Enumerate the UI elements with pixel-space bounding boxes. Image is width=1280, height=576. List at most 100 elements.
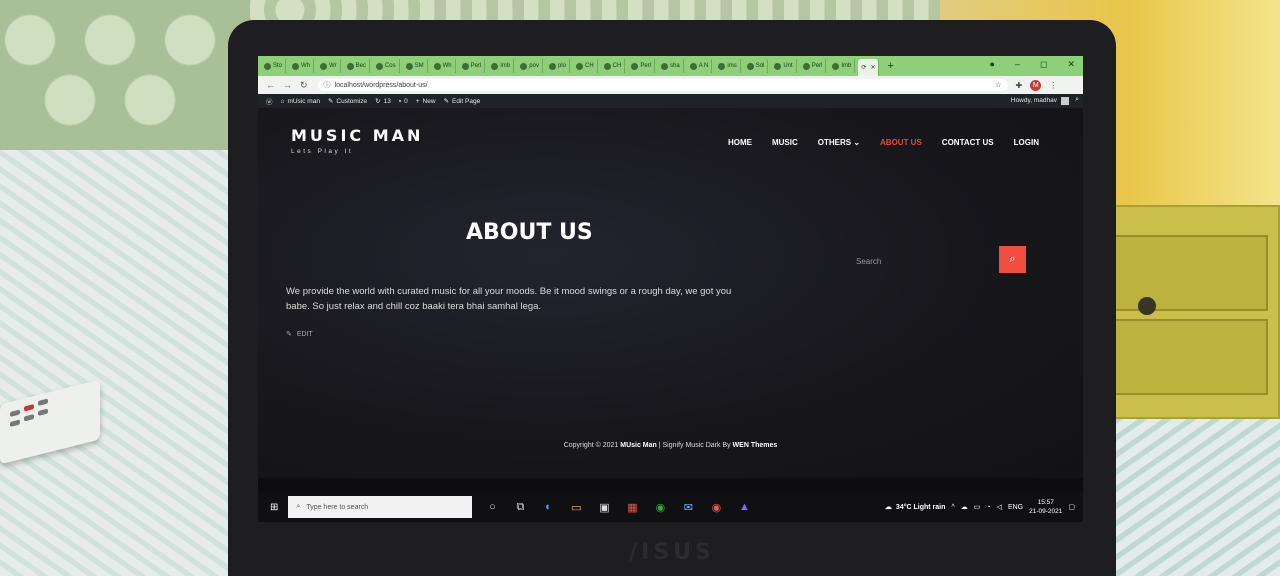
laptop: /ISUS Sto Wh Wr Bec Cos SM Wh Perl Imb p… <box>228 20 1116 576</box>
menu-item-others[interactable]: OTHERS ⌄ <box>818 138 860 147</box>
close-tab-icon[interactable]: ✕ <box>870 64 875 71</box>
search-button[interactable]: ⌕ <box>999 246 1026 273</box>
admin-new[interactable]: + New <box>416 98 436 105</box>
admin-comments[interactable]: ▪ 0 <box>399 98 408 105</box>
weather-widget[interactable]: ☁ 34°C Light rain <box>885 503 945 512</box>
windows-start-icon[interactable]: ⊞ <box>270 502 278 513</box>
edge-browser-icon[interactable]: ◐ <box>540 501 556 513</box>
browser-tab[interactable]: Sto <box>261 59 287 73</box>
battery-icon[interactable]: ▭ <box>974 503 981 511</box>
task-view-icon[interactable]: ⧉ <box>512 501 528 514</box>
browser-tab[interactable]: Sol <box>744 59 769 73</box>
browser-tab[interactable]: Perl <box>459 59 486 73</box>
browser-tab[interactable]: A N <box>687 59 713 73</box>
language-indicator[interactable]: ENG <box>1008 504 1023 511</box>
window-controls: ● – ◻ ✕ <box>990 59 1075 70</box>
clock[interactable]: 15:57 21-09-2021 <box>1029 498 1062 516</box>
teams-icon[interactable]: ▲ <box>736 501 752 513</box>
file-explorer-icon[interactable]: ▭ <box>568 501 584 514</box>
tab-favicon-icon <box>548 62 556 70</box>
browser-tab[interactable]: Imb <box>488 59 515 73</box>
browser-tab[interactable]: Imb <box>829 59 856 73</box>
chrome-profile-icon[interactable]: ◉ <box>708 501 724 514</box>
volume-icon[interactable]: ◁ <box>997 503 1002 511</box>
menu-item-music[interactable]: MUSIC <box>772 138 798 147</box>
browser-tab[interactable]: CH <box>573 59 598 73</box>
admin-edit-page[interactable]: ✎ Edit Page <box>444 97 481 106</box>
wp-admin-bar: ⓦ ⌂ mUsic man ✎ Customize ↻ 13 ▪ 0 + New ✎ Edi… <box>258 94 1083 108</box>
reload-icon[interactable]: ↻ <box>300 80 308 91</box>
maximize-button[interactable]: ◻ <box>1040 59 1047 70</box>
search-icon: ⌕ <box>296 503 301 510</box>
admin-customize[interactable]: ✎ Customize <box>327 97 367 106</box>
chrome-icon[interactable]: ◉ <box>652 501 668 514</box>
browser-tab[interactable]: pov <box>517 59 543 73</box>
forward-arrow-icon[interactable]: → <box>283 80 292 90</box>
browser-tab[interactable]: ims <box>715 59 741 73</box>
calendar-app-icon[interactable]: ▦ <box>624 501 640 514</box>
cortana-icon[interactable]: ○ <box>484 501 500 513</box>
menu-item-about-us[interactable]: ABOUT US <box>880 138 922 147</box>
url-input[interactable]: ⓘ localhost/wordpress/about-us/ ☆ <box>317 79 1008 91</box>
pencil-icon: ✎ <box>286 331 292 338</box>
bookmark-star-icon[interactable]: ☆ <box>995 81 1001 89</box>
store-icon[interactable]: ▣ <box>596 501 612 514</box>
site-footer: Copyright © 2021 MUsic Man | Signify Mus… <box>563 442 778 449</box>
back-arrow-icon[interactable]: ← <box>266 80 275 90</box>
browser-tab[interactable]: Bec <box>344 59 370 73</box>
tab-favicon-icon <box>689 62 697 70</box>
browser-tab[interactable]: SM <box>403 59 428 73</box>
bedsheet-left <box>0 150 240 576</box>
menu-item-contact-us[interactable]: CONTACT US <box>942 138 994 147</box>
footer-theme-link[interactable]: WEN Themes <box>733 442 778 449</box>
profile-avatar[interactable]: M <box>1030 79 1042 91</box>
search-input[interactable]: Search <box>856 257 996 266</box>
browser-tab[interactable]: sha <box>658 59 684 73</box>
new-tab-button[interactable]: + <box>887 60 893 72</box>
browser-tab[interactable]: Wh <box>431 59 456 73</box>
onedrive-icon[interactable]: ☁ <box>961 503 968 511</box>
tab-favicon-icon <box>832 62 840 70</box>
search-icon: ⌕ <box>1009 253 1016 265</box>
browser-tab[interactable]: Perl <box>628 59 655 73</box>
info-icon[interactable]: ⓘ <box>324 80 331 90</box>
browser-tab[interactable]: CH <box>601 59 626 73</box>
wifi-icon[interactable]: ◔ <box>986 504 990 511</box>
tab-favicon-icon <box>631 62 639 70</box>
edit-link[interactable]: ✎ EDIT <box>286 330 313 339</box>
browser-tab[interactable]: Cos <box>373 59 400 73</box>
menu-item-login[interactable]: LOGIN <box>1014 138 1039 147</box>
browser-tab[interactable]: Wr <box>317 59 341 73</box>
admin-howdy[interactable]: Howdy, madhav <box>1011 97 1057 104</box>
mail-icon[interactable]: ✉ <box>680 501 696 514</box>
profile-circle-icon[interactable]: ● <box>990 59 995 70</box>
browser-tab[interactable]: Unt <box>771 59 797 73</box>
admin-avatar[interactable] <box>1061 97 1069 105</box>
page-title: ABOUT US <box>466 220 593 245</box>
tab-favicon-icon <box>405 62 413 70</box>
tray-chevron-up-icon[interactable]: ^ <box>951 504 954 511</box>
comment-icon: ▪ <box>398 97 402 105</box>
browser-tab[interactable]: plo <box>546 59 570 73</box>
wordpress-logo-icon[interactable]: ⓦ <box>266 96 273 106</box>
extensions-puzzle-icon[interactable]: ✚ <box>1016 81 1023 90</box>
minimize-button[interactable]: – <box>1015 59 1020 70</box>
site-logo[interactable]: MUSIC MAN <box>291 126 423 145</box>
admin-search-icon[interactable]: ⌕ <box>1075 96 1079 104</box>
admin-site-name[interactable]: ⌂ mUsic man <box>281 98 320 105</box>
browser-tab[interactable]: Perl <box>800 59 827 73</box>
page-content: We provide the world with curated music … <box>286 286 732 312</box>
admin-updates[interactable]: ↻ 13 <box>375 97 391 106</box>
footer-site-link[interactable]: MUsic Man <box>620 442 657 449</box>
browser-tab-bar: Sto Wh Wr Bec Cos SM Wh Perl Imb pov plo… <box>258 56 1083 76</box>
taskbar-search-input[interactable]: ⌕ Type here to search <box>288 496 473 518</box>
notification-icon[interactable]: ▢ <box>1068 503 1075 511</box>
close-window-button[interactable]: ✕ <box>1067 59 1075 70</box>
tab-favicon-icon <box>746 62 754 70</box>
browser-menu-icon[interactable]: ⋮ <box>1049 81 1057 90</box>
browser-tab-active[interactable]: ⟳ ✕ <box>858 59 880 76</box>
headboard-top <box>250 0 940 22</box>
brush-icon: ✎ <box>327 98 334 105</box>
menu-item-home[interactable]: HOME <box>728 138 752 147</box>
browser-tab[interactable]: Wh <box>289 59 315 73</box>
